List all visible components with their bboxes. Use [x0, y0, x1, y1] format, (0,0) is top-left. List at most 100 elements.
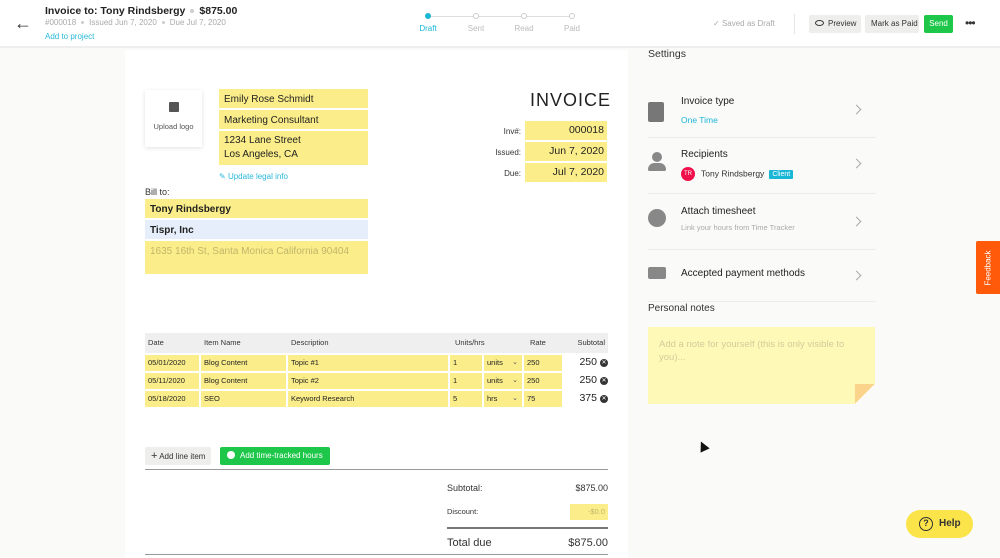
- bill-to-info: Tony Rindsbergy Tispr, Inc 1635 16th St,…: [145, 199, 368, 276]
- add-to-project-link[interactable]: Add to project: [45, 32, 94, 41]
- payment-methods-setting[interactable]: Accepted payment methods: [648, 250, 876, 302]
- unit-select[interactable]: hrs ⌄: [484, 391, 522, 407]
- invoice-title: Invoice to: Tony Rindsbergy $875.00: [45, 5, 237, 17]
- personal-notes-field[interactable]: Add a note for yourself (this is only vi…: [648, 327, 875, 404]
- chevron-down-icon: ⌄: [512, 359, 518, 366]
- quantity-field[interactable]: 1: [450, 373, 482, 389]
- clipboard-icon: [648, 102, 664, 122]
- address-line-1: 1234 Lane Street: [224, 135, 301, 146]
- meta-label: Inv#:: [503, 127, 521, 136]
- unit-value: units: [487, 376, 503, 385]
- description-field[interactable]: Topic #2: [288, 373, 448, 389]
- step-label: Draft: [419, 24, 437, 33]
- client-badge: Client: [769, 169, 794, 179]
- invoice-number-field[interactable]: 000018: [525, 121, 607, 142]
- item-name-field[interactable]: SEO: [201, 391, 286, 407]
- invoice-number-row: Inv#: 000018: [485, 121, 607, 142]
- recipients-setting[interactable]: Recipients TR Tony Rindsbergy Client: [648, 138, 876, 194]
- header-rate: Rate: [530, 338, 546, 347]
- divider: [447, 527, 608, 529]
- description-field[interactable]: Topic #1: [288, 355, 448, 371]
- settings-panel: Settings Invoice type One Time Recipient…: [648, 48, 876, 302]
- discount-field[interactable]: -$0.0: [570, 504, 608, 520]
- quantity-field[interactable]: 1: [450, 355, 482, 371]
- issued-date: Issued Jun 7, 2020: [89, 18, 157, 27]
- discount-row: Discount: -$0.0: [447, 504, 608, 520]
- invoice-type-setting[interactable]: Invoice type One Time: [648, 60, 876, 138]
- sender-name-field[interactable]: Emily Rose Schmidt: [219, 89, 368, 110]
- date-field[interactable]: 05/11/2020: [145, 373, 199, 389]
- unit-select[interactable]: units ⌄: [484, 355, 522, 371]
- image-icon: [168, 102, 179, 112]
- rate-field[interactable]: 250: [524, 373, 562, 389]
- mark-as-paid-button[interactable]: Mark as Paid: [865, 15, 919, 33]
- avatar: TR: [681, 167, 695, 181]
- step-label: Sent: [467, 24, 485, 33]
- check-icon: ✓: [713, 19, 720, 28]
- remove-row-icon[interactable]: ✕: [600, 377, 608, 385]
- top-header: ← Invoice to: Tony Rindsbergy $875.00 #00…: [0, 0, 1000, 48]
- remove-row-icon[interactable]: ✕: [600, 359, 608, 367]
- chevron-right-icon: [851, 270, 862, 281]
- invoice-number: #000018: [45, 18, 77, 27]
- attach-timesheet-setting[interactable]: Attach timesheet Link your hours from Ti…: [648, 194, 876, 250]
- unit-select[interactable]: units ⌄: [484, 373, 522, 389]
- update-legal-info-link[interactable]: ✎ Update legal info: [219, 172, 288, 181]
- client-company-field[interactable]: Tispr, Inc: [145, 220, 368, 241]
- rate-field[interactable]: 75: [524, 391, 562, 407]
- header-units: Units/hrs: [455, 338, 485, 347]
- header-item-name: Item Name: [204, 338, 241, 347]
- sender-title-field[interactable]: Marketing Consultant: [219, 110, 368, 131]
- row-subtotal: 250 ✕: [564, 371, 608, 389]
- item-name-field[interactable]: Blog Content: [201, 355, 286, 371]
- row-subtotal-value: 375: [579, 392, 597, 404]
- header-description: Description: [291, 338, 329, 347]
- description-field[interactable]: Keyword Research: [288, 391, 448, 407]
- more-options-icon[interactable]: •••: [965, 16, 976, 30]
- row-subtotal-value: 250: [579, 374, 597, 386]
- issued-date-field[interactable]: Jun 7, 2020: [525, 142, 607, 163]
- due-row: Due: Jul 7, 2020: [485, 163, 607, 184]
- total-due-row: Total due $875.00: [447, 534, 608, 552]
- help-button[interactable]: ? Help: [906, 510, 973, 538]
- send-button[interactable]: Send: [924, 15, 953, 33]
- status-stepper: Draft Sent Read Paid: [418, 10, 588, 38]
- back-arrow-icon[interactable]: ←: [14, 14, 32, 32]
- address-line-2: Los Angeles, CA: [224, 149, 298, 160]
- date-field[interactable]: 05/01/2020: [145, 355, 199, 371]
- meta-label: Issued:: [495, 148, 521, 157]
- row-subtotal-value: 250: [579, 356, 597, 368]
- invoice-document: Upload logo Emily Rose Schmidt Marketing…: [125, 50, 628, 558]
- item-name-field[interactable]: Blog Content: [201, 373, 286, 389]
- step-label: Paid: [563, 24, 580, 33]
- invoice-type-label: Invoice type: [681, 96, 735, 107]
- sender-address-field[interactable]: 1234 Lane Street Los Angeles, CA: [219, 131, 368, 167]
- separator-dot: [161, 21, 165, 25]
- client-name-field[interactable]: Tony Rindsbergy: [145, 199, 368, 220]
- quantity-field[interactable]: 5: [450, 391, 482, 407]
- preview-button[interactable]: Preview: [809, 15, 861, 33]
- step-label: Read: [514, 24, 534, 33]
- client-address-field[interactable]: 1635 16th St, Santa Monica California 90…: [145, 241, 368, 276]
- invoice-meta: #000018 Issued Jun 7, 2020 Due Jul 7, 2020: [45, 18, 226, 27]
- total-due-label: Total due: [447, 537, 492, 549]
- feedback-tab[interactable]: Feedback: [976, 241, 1000, 294]
- help-label: Help: [939, 518, 961, 529]
- personal-notes-title: Personal notes: [648, 303, 715, 314]
- step-read: Read: [504, 10, 544, 33]
- totals-section: Subtotal: $875.00 Discount: -$0.0 Total du…: [447, 470, 608, 552]
- add-time-tracked-button[interactable]: Add time-tracked hours: [220, 447, 330, 465]
- remove-row-icon[interactable]: ✕: [600, 395, 608, 403]
- upload-logo-button[interactable]: Upload logo: [145, 90, 202, 147]
- due-date-field[interactable]: Jul 7, 2020: [525, 163, 607, 184]
- rate-field[interactable]: 250: [524, 355, 562, 371]
- discount-label: Discount:: [447, 507, 479, 516]
- chevron-right-icon: [851, 216, 862, 227]
- feedback-label: Feedback: [983, 249, 993, 286]
- chevron-down-icon: ⌄: [512, 377, 518, 384]
- recipient-name: Tony Rindsbergy: [701, 168, 765, 179]
- add-line-item-button[interactable]: + Add line item: [145, 447, 212, 465]
- date-field[interactable]: 05/18/2020: [145, 391, 199, 407]
- step-dot: [425, 13, 431, 19]
- unit-value: hrs: [487, 394, 498, 403]
